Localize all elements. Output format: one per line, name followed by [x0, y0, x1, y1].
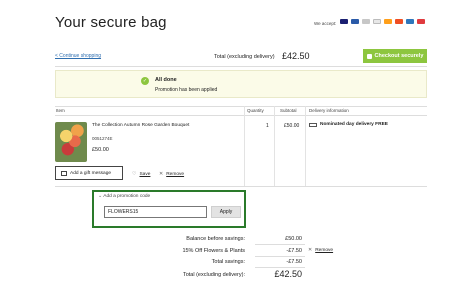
check-icon: ✓ [141, 77, 149, 85]
card-icon [406, 19, 414, 24]
column-divider [305, 106, 306, 186]
summary-value: £50.00 [285, 236, 302, 242]
column-divider [244, 106, 245, 186]
remove-promotion-label: Remove [315, 247, 334, 253]
divider [55, 66, 427, 67]
continue-shopping-link[interactable]: < Continue shopping [55, 53, 101, 59]
grand-total-value: £42.50 [274, 269, 302, 279]
card-icon [340, 19, 348, 24]
lock-icon [366, 53, 372, 59]
delivery-info: Nominated day delivery FREE [320, 122, 388, 127]
product-sku: 0051274E [92, 136, 113, 141]
summary-label: 15% Off Flowers & Plants [182, 248, 245, 254]
remove-item-link[interactable]: ✕ Remove [159, 171, 184, 177]
save-link[interactable]: ♡ Save [132, 171, 150, 177]
product-name[interactable]: The Collection Autumn Rose Garden Bouque… [92, 122, 202, 129]
summary-label: Total savings: [211, 259, 245, 265]
payment-accept-label: We accept: [314, 21, 337, 26]
product-price: £50.00 [92, 147, 109, 153]
promotion-code-toggle[interactable]: ⌄ Add a promotion code [98, 193, 150, 199]
divider [55, 186, 427, 187]
table-header [55, 106, 427, 116]
save-label: Save [139, 171, 151, 177]
notice-message: Promotion has been applied [155, 87, 218, 93]
success-notice [55, 70, 427, 98]
summary-label: Balance before savings: [186, 236, 245, 242]
remove-label: Remove [166, 171, 185, 177]
card-icon [373, 19, 381, 24]
chevron-down-icon: ⌄ [98, 193, 103, 199]
card-icon [395, 19, 403, 24]
page-title: Your secure bag [55, 14, 167, 31]
card-icon [362, 19, 370, 24]
heart-icon: ♡ [132, 171, 137, 177]
card-icon [351, 19, 359, 24]
column-header-quantity: Quantity [247, 108, 264, 113]
item-quantity: 1 [266, 123, 269, 129]
product-image[interactable] [55, 122, 87, 162]
divider [255, 244, 305, 245]
gift-icon [61, 170, 67, 176]
summary-label: Total (excluding delivery): [182, 272, 245, 278]
promotion-code-input[interactable] [104, 206, 207, 218]
total-label: Total (excluding delivery) [214, 54, 275, 60]
card-icon [417, 19, 425, 24]
divider [255, 256, 305, 257]
close-icon: ✕ [159, 171, 164, 177]
column-divider [274, 106, 275, 186]
notice-title: All done [155, 77, 177, 83]
item-subtotal: £50.00 [284, 123, 300, 129]
promotion-code-title: Add a promotion code [103, 194, 151, 199]
card-icon [384, 19, 392, 24]
payment-cards [340, 19, 425, 24]
column-header-delivery: Delivery information [309, 108, 349, 113]
close-icon: ✕ [308, 247, 313, 253]
total-value: £42.50 [282, 51, 310, 61]
apply-button[interactable]: Apply [211, 206, 241, 218]
gift-message-button[interactable]: Add a gift message [55, 166, 123, 180]
summary-value: -£7.50 [286, 259, 302, 265]
column-header-item: Item [56, 108, 65, 113]
gift-message-label: Add a gift message [70, 170, 112, 176]
checkout-button[interactable]: Checkout securely [363, 49, 427, 63]
divider [255, 267, 305, 268]
delivery-van-icon [309, 123, 317, 127]
remove-promotion-link[interactable]: ✕ Remove [308, 247, 333, 253]
summary-value: -£7.50 [286, 248, 302, 254]
column-header-subtotal: Subtotal [280, 108, 297, 113]
checkout-label: Checkout securely [374, 53, 424, 59]
